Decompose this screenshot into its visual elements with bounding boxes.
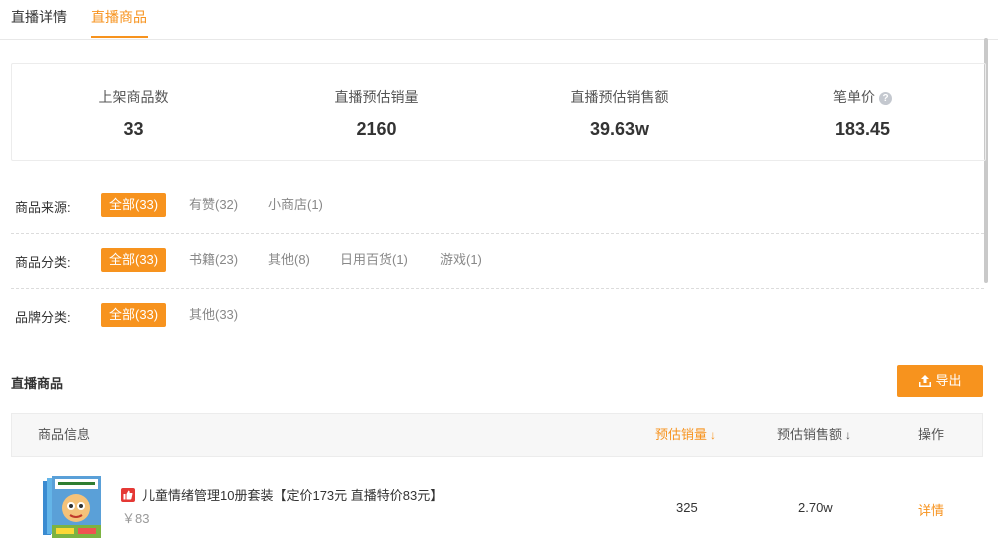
stat-est-sales: 直播预估销量 2160 xyxy=(255,64,498,160)
tab-live-details[interactable]: 直播详情 xyxy=(11,8,67,26)
stat-value: 33 xyxy=(123,119,144,139)
tab-bar: 直播详情 直播商品 xyxy=(0,0,998,40)
stat-label-text: 笔单价 xyxy=(833,89,875,105)
stat-value: 183.45 xyxy=(834,119,891,139)
stat-label: 直播预估销售额 xyxy=(570,89,669,105)
column-header-est-sales[interactable]: 预估销量 ↓ xyxy=(655,414,716,456)
export-button[interactable]: 导出 xyxy=(897,365,983,397)
filter-chip-brand-all[interactable]: 全部(33) xyxy=(101,303,167,327)
filter-chip-source-mini-shop[interactable]: 小商店(1) xyxy=(268,193,323,217)
tab-live-products[interactable]: 直播商品 xyxy=(91,8,147,26)
filter-chip-source-youzan[interactable]: 有赞(32) xyxy=(189,193,238,217)
stats-card: 上架商品数 33 直播预估销量 2160 直播预估销售额 39.63w 笔单价?… xyxy=(11,63,986,161)
thumbs-up-icon xyxy=(121,488,135,502)
filter-row-source: 商品来源: 全部(33) 有赞(32) 小商店(1) xyxy=(11,179,984,234)
filter-row-brand: 品牌分类: 全部(33) 其他(33) xyxy=(11,289,984,343)
export-icon xyxy=(919,375,932,387)
filter-label: 品牌分类: xyxy=(15,310,71,325)
stat-label: 直播预估销量 xyxy=(334,89,419,105)
column-header-label: 预估销量 xyxy=(655,427,708,442)
sort-desc-icon: ↓ xyxy=(845,428,852,442)
stat-unit-price: 笔单价? 183.45 xyxy=(741,64,984,160)
active-tab-indicator xyxy=(91,36,148,38)
stat-est-revenue: 直播预估销售额 39.63w xyxy=(498,64,741,160)
column-header-label: 预估销售额 xyxy=(777,427,843,442)
section-title: 直播商品 xyxy=(11,376,64,391)
filter-chip-category-games[interactable]: 游戏(1) xyxy=(440,248,482,272)
product-title[interactable]: 儿童情绪管理10册套装【定价173元 直播特价83元】 xyxy=(121,485,443,504)
table-header: 商品信息 预估销量 ↓ 预估销售额 ↓ 操作 xyxy=(11,413,983,457)
export-label: 导出 xyxy=(935,373,962,388)
help-icon[interactable]: ? xyxy=(879,92,892,105)
stat-label: 上架商品数 xyxy=(98,89,169,105)
stat-label: 笔单价? xyxy=(741,87,984,107)
filter-chip-category-all[interactable]: 全部(33) xyxy=(101,248,167,272)
column-header-product-info: 商品信息 xyxy=(38,427,91,442)
filter-chip-category-daily-goods[interactable]: 日用百货(1) xyxy=(340,248,408,272)
product-price: ￥83 xyxy=(122,511,150,526)
filter-label: 商品来源: xyxy=(15,200,71,215)
column-header-est-revenue[interactable]: 预估销售额 ↓ xyxy=(777,414,851,456)
table-row: 儿童情绪管理10册套装【定价173元 直播特价83元】 ￥83 325 2.70… xyxy=(11,458,983,555)
filter-chip-category-other[interactable]: 其他(8) xyxy=(268,248,310,272)
product-title-text: 儿童情绪管理10册套装【定价173元 直播特价83元】 xyxy=(142,488,444,503)
sort-desc-icon: ↓ xyxy=(710,428,717,442)
filter-row-category: 商品分类: 全部(33) 书籍(23) 其他(8) 日用百货(1) 游戏(1) xyxy=(11,234,984,289)
est-sales-value: 325 xyxy=(676,500,698,515)
details-link[interactable]: 详情 xyxy=(918,500,944,519)
stat-value: 2160 xyxy=(356,119,397,139)
stat-listed-products: 上架商品数 33 xyxy=(12,64,255,160)
stat-value: 39.63w xyxy=(589,119,650,139)
filter-chip-brand-other[interactable]: 其他(33) xyxy=(189,303,238,327)
filter-label: 商品分类: xyxy=(15,255,71,270)
product-thumbnail[interactable] xyxy=(41,475,103,539)
est-revenue-value: 2.70w xyxy=(798,500,833,515)
column-header-action: 操作 xyxy=(918,427,945,442)
filter-chip-category-books[interactable]: 书籍(23) xyxy=(189,248,238,272)
filter-chip-source-all[interactable]: 全部(33) xyxy=(101,193,167,217)
